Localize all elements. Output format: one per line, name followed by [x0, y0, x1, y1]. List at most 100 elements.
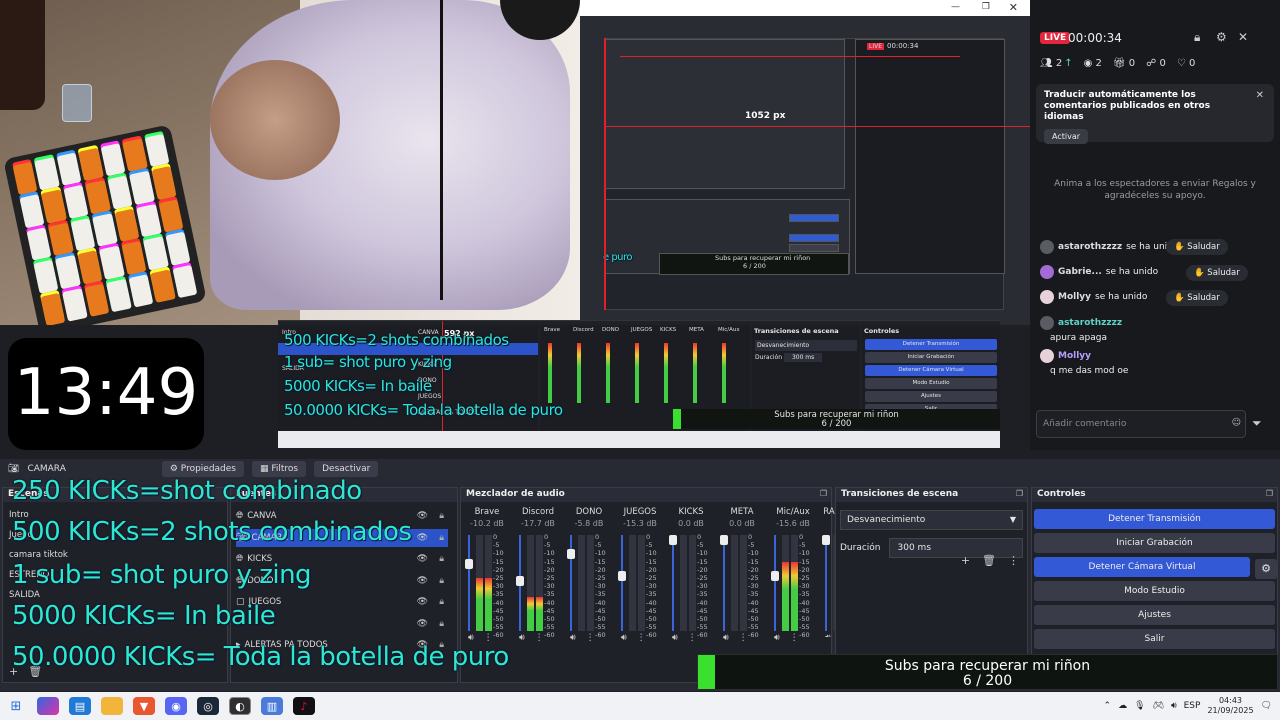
stop-virtual-camera-button[interactable]: Detener Cámara Virtual	[1034, 557, 1250, 577]
close-icon[interactable]: ✕	[1009, 1, 1018, 14]
cloud-icon[interactable]: ☁	[1118, 701, 1127, 711]
deactivate-button[interactable]: Desactivar	[314, 461, 379, 477]
fader-knob[interactable]	[618, 570, 626, 581]
minimize-icon[interactable]: —	[951, 2, 960, 12]
visibility-eye-icon[interactable]: 👁︎	[417, 576, 428, 586]
visibility-eye-icon[interactable]: 👁︎	[417, 533, 428, 543]
more-icon[interactable]: ⋮	[790, 633, 799, 643]
lock-icon[interactable]: 🔒︎	[439, 597, 444, 607]
volume-fader[interactable]	[468, 535, 470, 631]
gamepad-icon[interactable]: 🎮︎	[1153, 701, 1164, 711]
fader-knob[interactable]	[822, 535, 830, 545]
fader-knob[interactable]	[771, 571, 779, 582]
folder-icon[interactable]	[101, 697, 123, 715]
fader-knob[interactable]	[567, 548, 575, 559]
chat-username[interactable]: astarothzzzz	[1058, 318, 1122, 328]
volume-fader[interactable]	[774, 535, 776, 631]
filters-button[interactable]: ▦ Filtros	[252, 461, 307, 477]
volume-fader[interactable]	[672, 535, 674, 631]
scene-item[interactable]: SALIDA	[9, 590, 40, 600]
steam-icon[interactable]: ◎	[197, 697, 219, 715]
start-recording-button[interactable]: Iniciar Grabación	[1034, 533, 1275, 553]
lock-icon[interactable]: 🔒︎	[439, 619, 444, 629]
more-icon[interactable]: ⋮	[739, 633, 748, 643]
more-icon[interactable]: ⋮	[637, 633, 646, 643]
notification-icon[interactable]: 🗨︎	[1261, 701, 1272, 711]
undock-icon[interactable]: ❐	[1016, 489, 1023, 498]
mid-control-button[interactable]: Iniciar Grabación	[865, 352, 997, 363]
restore-icon[interactable]: ❐	[982, 2, 990, 12]
volume-icon[interactable]: 🔊︎	[621, 633, 627, 643]
brave-icon[interactable]: ▼	[133, 697, 155, 715]
mid-transition-select[interactable]: Desvanecimiento	[755, 340, 857, 351]
add-transition-icon[interactable]: +	[961, 554, 970, 567]
stop-stream-button[interactable]: Detener Transmisión	[1034, 509, 1275, 529]
tiktok-icon[interactable]: ♪	[293, 697, 315, 715]
mic-icon[interactable]: 🎙︎	[1134, 701, 1145, 711]
undock-icon[interactable]: ❐	[1266, 489, 1273, 498]
volume-icon[interactable]: 🔊︎	[519, 633, 525, 643]
chevron-up-icon[interactable]: ⌃	[1104, 701, 1112, 711]
visibility-eye-icon[interactable]: 👁︎	[417, 597, 428, 607]
volume-fader[interactable]	[723, 535, 725, 631]
exit-button[interactable]: Salir	[1034, 629, 1275, 649]
comment-input[interactable]: Añadir comentario ☺	[1036, 410, 1246, 438]
volume-icon[interactable]: 🔊︎	[1171, 701, 1177, 711]
scene-item[interactable]: camara tiktok	[9, 550, 68, 560]
discord-icon[interactable]: ◉	[165, 697, 187, 715]
visibility-eye-icon[interactable]: 👁︎	[417, 511, 428, 521]
mid-control-button[interactable]: Modo Estudio	[865, 378, 997, 389]
more-icon[interactable]: ⋮	[688, 633, 697, 643]
activate-button[interactable]: Activar	[1044, 129, 1089, 144]
properties-button[interactable]: ⚙ Propiedades	[161, 461, 244, 477]
fader-knob[interactable]	[516, 576, 524, 587]
greet-button[interactable]: ✋ Saludar	[1166, 239, 1228, 255]
studio-mode-button[interactable]: Modo Estudio	[1034, 581, 1275, 601]
settings-button[interactable]: Ajustes	[1034, 605, 1275, 625]
volume-icon[interactable]: 🔊︎	[570, 633, 576, 643]
emoji-icon[interactable]: ☺	[1232, 418, 1241, 428]
mid-duration-input[interactable]: 300 ms	[783, 353, 823, 362]
volume-icon[interactable]: 🔊︎	[672, 633, 678, 643]
clock[interactable]: 04:43 21/09/2025	[1207, 696, 1253, 716]
close-banner-icon[interactable]: ✕	[1256, 90, 1264, 101]
windows-start-icon[interactable]: ⊞	[5, 697, 27, 715]
volume-fader[interactable]	[621, 535, 623, 631]
visibility-eye-icon[interactable]: 👁︎	[417, 554, 428, 564]
volume-icon[interactable]: 🔊︎	[723, 633, 729, 643]
fader-knob[interactable]	[720, 535, 728, 545]
chat-username[interactable]: astarothzzzz	[1058, 242, 1122, 252]
volume-icon[interactable]: 🔊︎	[825, 633, 831, 637]
visibility-eye-icon[interactable]: 👁︎	[417, 619, 428, 629]
more-icon[interactable]: ⋮	[535, 633, 544, 643]
chat-username[interactable]: Gabrie...	[1058, 267, 1102, 277]
chat-username[interactable]: Mollyy	[1058, 292, 1091, 302]
close-icon[interactable]: ✕	[1238, 30, 1248, 44]
chat-username[interactable]: Mollyy	[1058, 351, 1091, 361]
app-icon[interactable]: ▥	[261, 697, 283, 715]
greet-button[interactable]: ✋ Saludar	[1186, 265, 1248, 281]
lang-indicator[interactable]: ESP	[1184, 701, 1201, 711]
lock-icon[interactable]: 🔒︎	[439, 533, 444, 543]
virtual-camera-settings-icon[interactable]: ⚙	[1255, 559, 1277, 579]
volume-icon[interactable]: 🔊︎	[774, 633, 780, 643]
lock-icon[interactable]: 🔒︎	[1194, 30, 1200, 45]
lock-icon[interactable]: 🔒︎	[439, 511, 444, 521]
gear-icon[interactable]: ⚙	[1216, 30, 1227, 44]
more-icon[interactable]: ⋮	[1008, 554, 1019, 567]
fader-knob[interactable]	[465, 558, 473, 569]
mid-control-button[interactable]: Ajustes	[865, 391, 997, 402]
mid-control-button[interactable]: Detener Transmisión	[865, 339, 997, 350]
remove-transition-icon[interactable]: 🗑︎	[982, 554, 996, 567]
volume-fader[interactable]	[825, 535, 827, 631]
fader-knob[interactable]	[669, 535, 677, 545]
greet-button[interactable]: ✋ Saludar	[1166, 290, 1228, 306]
copilot-icon[interactable]	[37, 697, 59, 715]
mid-control-button[interactable]: Detener Cámara Virtual	[865, 365, 997, 376]
lock-icon[interactable]: 🔒︎	[439, 554, 444, 564]
obs-icon[interactable]: ◐	[229, 697, 251, 715]
lock-icon[interactable]: 🔒︎	[439, 576, 444, 586]
more-icon[interactable]: ⋮	[586, 633, 595, 643]
filter-icon[interactable]: ⏷	[1252, 416, 1262, 431]
store-icon[interactable]: ▤	[69, 697, 91, 715]
